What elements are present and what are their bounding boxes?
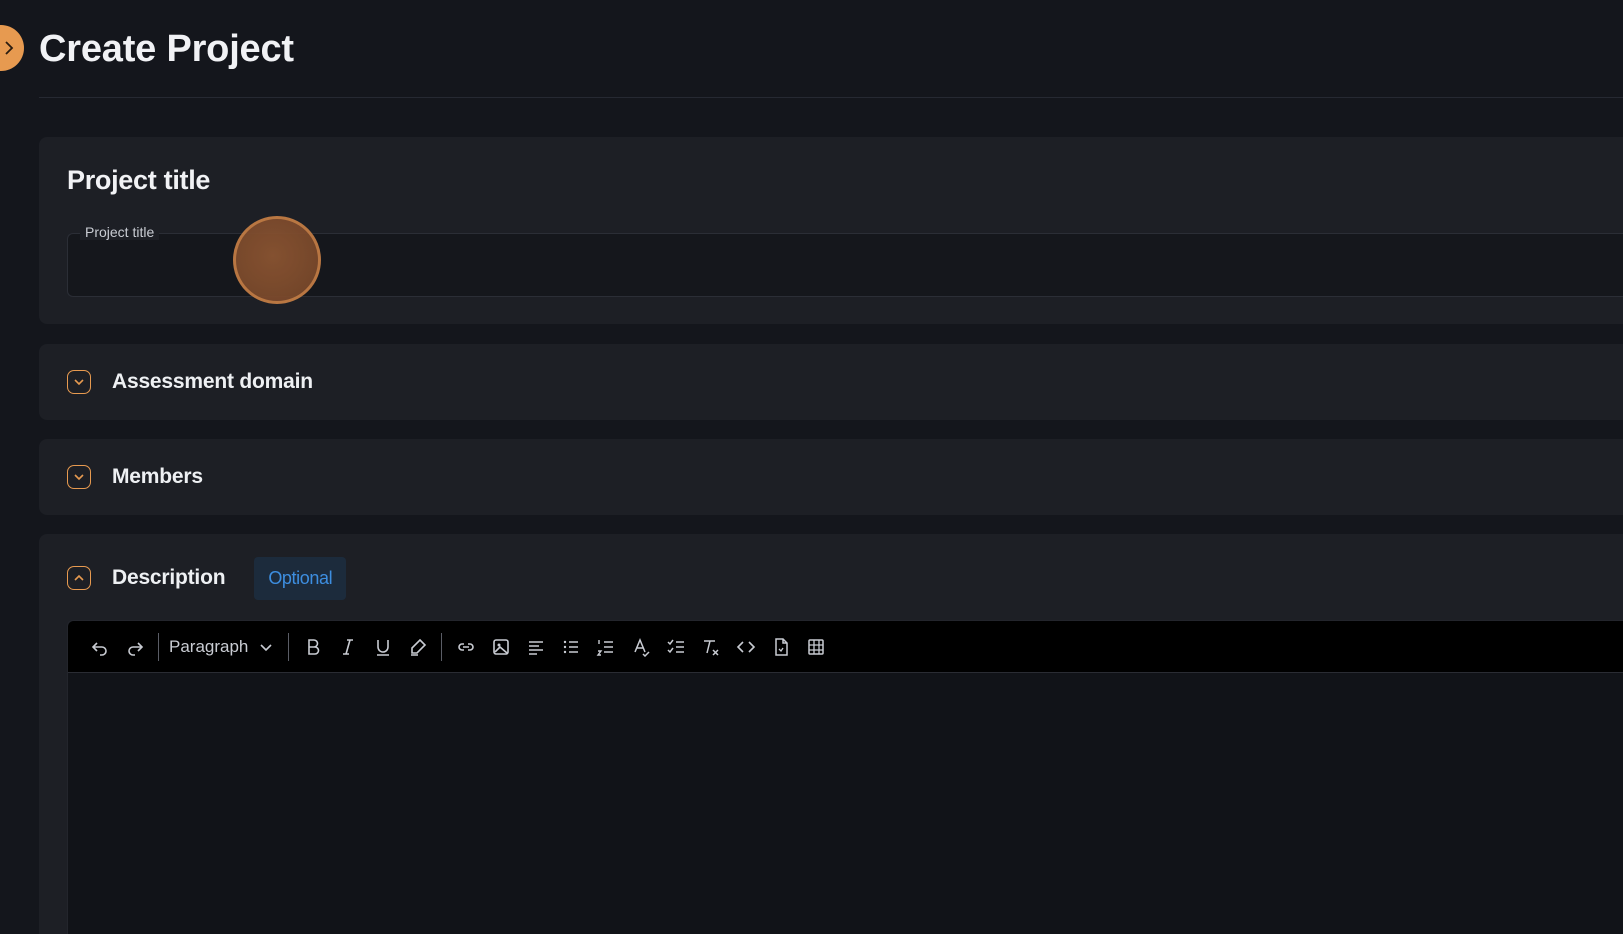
numbered-list-icon[interactable] — [588, 630, 623, 664]
members-section[interactable]: Members — [39, 439, 1623, 515]
toolbar-divider — [158, 632, 159, 661]
chevron-down-icon[interactable] — [67, 465, 91, 489]
text-color-icon[interactable] — [623, 630, 658, 664]
chevron-right-icon — [5, 41, 14, 55]
description-header[interactable]: Description Optional — [67, 556, 347, 600]
toolbar-divider — [441, 632, 443, 661]
toolbar-divider — [288, 632, 290, 661]
assessment-domain-section[interactable]: Assessment domain — [39, 344, 1623, 420]
description-label: Description — [112, 566, 226, 589]
link-icon[interactable] — [448, 630, 483, 664]
description-section: Description Optional Paragraph — [39, 534, 1623, 934]
chevron-up-icon[interactable] — [67, 566, 91, 590]
assessment-domain-header[interactable]: Assessment domain — [67, 367, 313, 397]
checklist-icon[interactable] — [658, 630, 693, 664]
click-indicator — [233, 216, 321, 304]
undo-icon[interactable] — [82, 630, 117, 664]
project-title-heading: Project title — [67, 165, 211, 195]
redo-icon[interactable] — [117, 630, 152, 664]
underline-icon[interactable] — [365, 630, 400, 664]
chevron-down-icon[interactable] — [67, 370, 91, 394]
header-divider — [39, 97, 1623, 98]
page-title: Create Project — [39, 28, 294, 70]
bullet-list-icon[interactable] — [553, 630, 588, 664]
image-icon[interactable] — [483, 630, 518, 664]
assessment-domain-label: Assessment domain — [112, 370, 313, 393]
editor-content-area[interactable] — [68, 674, 1623, 934]
members-header[interactable]: Members — [67, 462, 203, 492]
members-label: Members — [112, 465, 203, 488]
table-icon[interactable] — [798, 630, 833, 664]
align-icon[interactable] — [518, 630, 553, 664]
bold-icon[interactable] — [295, 630, 330, 664]
file-icon[interactable] — [763, 630, 798, 664]
block-format-value: Paragraph — [169, 636, 249, 656]
block-format-select[interactable]: Paragraph — [165, 630, 282, 664]
optional-badge: Optional — [254, 556, 347, 600]
highlight-icon[interactable] — [400, 630, 435, 664]
italic-icon[interactable] — [330, 630, 365, 664]
code-icon[interactable] — [728, 630, 763, 664]
chevron-down-icon — [260, 643, 272, 651]
rich-text-editor: Paragraph — [67, 620, 1623, 934]
editor-toolbar: Paragraph — [68, 621, 1623, 673]
clear-format-icon[interactable] — [693, 630, 728, 664]
sidebar-toggle-button[interactable] — [0, 25, 24, 71]
